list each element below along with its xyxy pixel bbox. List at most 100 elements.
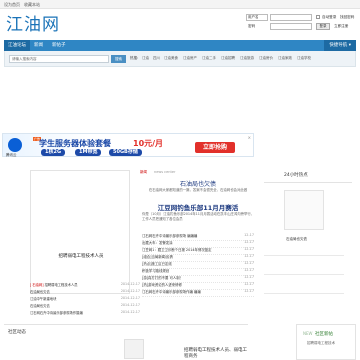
close-icon[interactable]: × bbox=[248, 135, 251, 140]
auto-login-checkbox[interactable] bbox=[316, 15, 320, 19]
ad-headline: 学生服务器体验套餐 bbox=[39, 139, 111, 148]
username-field[interactable] bbox=[270, 14, 312, 21]
hot-search-label: 热搜: bbox=[130, 56, 139, 60]
new-posts-panel: NEW 社区新帖 招聘弱电工程技术 bbox=[296, 324, 356, 360]
list-item[interactable]: [ 石油网] 招聘弱电工程技术人员 2014-12-17 bbox=[30, 282, 140, 288]
list-item-title[interactable]: 石油局也欠债 bbox=[30, 304, 50, 308]
news-title[interactable]: 江豆网1：藏卫卫诊断个日报 2014年情况鉴定 bbox=[142, 248, 212, 252]
section-sublabel: news center bbox=[154, 170, 176, 174]
headline-summary: 在石油网大家都知道的一篇，答案不会很完全，石油网也会对此做 bbox=[148, 188, 248, 192]
list-item-title[interactable]: 招聘弱电工程技术人员 bbox=[45, 283, 78, 287]
news-center: 新闻 news center 石油局也欠债 在石油网大家都知道的一篇，答案不会很… bbox=[140, 170, 256, 300]
news-date: 12-17 bbox=[244, 282, 254, 286]
hot-search-item[interactable]: 江油二手 bbox=[202, 56, 216, 61]
news-date: 12-17 bbox=[244, 233, 254, 237]
list-item-title[interactable]: 江油中午新建地块 bbox=[30, 297, 56, 301]
nav-item-new-posts[interactable]: 新帖子 bbox=[48, 40, 70, 51]
set-home-link[interactable]: 设为首页 bbox=[4, 2, 20, 8]
news-title[interactable]: 积极学习路线规划 bbox=[142, 269, 169, 273]
nav-item-news[interactable]: 新闻 bbox=[30, 40, 47, 51]
news-date: 12-17 bbox=[244, 240, 254, 244]
ad-brand: 腾讯云 bbox=[6, 153, 17, 157]
list-item-date: 2014-12-17 bbox=[120, 289, 140, 293]
community-thumbnail[interactable] bbox=[124, 339, 144, 359]
retrieve-password-link[interactable]: 找回密码 bbox=[340, 15, 354, 20]
feature-caption[interactable]: 招聘弱电工程技术人员 bbox=[31, 253, 131, 259]
login-form: 用户名 自动登录 找回密码 密码 登录 立即注册 bbox=[246, 14, 358, 34]
feature-slide[interactable]: 招聘弱电工程技术人员 bbox=[30, 170, 130, 294]
hot-search-item[interactable]: 江油旅游 bbox=[240, 56, 254, 61]
hot-24h-panel: 24小时热点 石油局也欠债 bbox=[256, 170, 356, 300]
top-bar: 设为首页 收藏本站 bbox=[0, 0, 360, 9]
list-item-date: 2014-12-17 bbox=[120, 282, 140, 286]
news-date: 12-17 bbox=[244, 289, 254, 293]
news-date: 12-17 bbox=[244, 247, 254, 251]
hot-caption[interactable]: 石油局也欠债 bbox=[286, 237, 307, 242]
panel-item[interactable]: 招聘弱电工程技术 bbox=[307, 341, 335, 346]
panel-title: 社区新帖 bbox=[315, 332, 333, 337]
headline[interactable]: 江豆网钓鱼乐部11月月赛活 bbox=[140, 202, 256, 212]
ad-spec: 50GB存储 bbox=[109, 149, 142, 156]
news-title[interactable]: 江石网石卉中诗最乐部参现场 编编编 bbox=[142, 234, 197, 238]
news-title[interactable]: [热]游戏资论的人进来修修 bbox=[142, 283, 182, 287]
list-item[interactable]: 江石网石卉中诗最乐部参现场作摄编 2014-12-17 bbox=[30, 310, 140, 316]
hot-thumbnail[interactable] bbox=[284, 190, 324, 230]
community-section: 社区动态 招聘弱电工程技术人员、弱电工程商务 bbox=[4, 324, 248, 360]
site-logo[interactable]: 江油网 bbox=[6, 10, 60, 35]
divider bbox=[264, 274, 344, 275]
auto-login-label: 自动登录 bbox=[322, 15, 337, 19]
login-button[interactable]: 登录 bbox=[316, 23, 330, 30]
news-title[interactable]: 出藏大车：发警发涂 bbox=[142, 241, 173, 245]
news-row[interactable]: 江石网石卉中诗最乐部参现场作编 编编 12-17 bbox=[142, 289, 254, 297]
section-title: 社区动态 bbox=[8, 330, 26, 335]
news-title[interactable]: 江石网石卉中诗最乐部参现场作编 编编 bbox=[142, 290, 201, 294]
ad-spec: 1核2G bbox=[41, 149, 66, 156]
hot-search-item[interactable]: 江油学校 bbox=[297, 56, 311, 61]
news-date: 12-17 bbox=[244, 268, 254, 272]
hot-search-item[interactable]: 四川 bbox=[153, 56, 160, 61]
list-item-date: 2014-12-17 bbox=[120, 310, 140, 314]
list-item[interactable]: 石油局也欠债 2014-12-17 bbox=[30, 303, 140, 309]
hot-search-item[interactable]: 江油美食 bbox=[164, 56, 178, 61]
quick-nav-label: 快捷导航 bbox=[329, 43, 348, 48]
hot-search-item[interactable]: 江油家政 bbox=[278, 56, 292, 61]
search-input[interactable]: 请输入搜索内容 bbox=[9, 55, 109, 63]
news-title[interactable]: [热点]施工区已定线 bbox=[142, 262, 172, 266]
list-item-date: 2014-12-17 bbox=[120, 303, 140, 307]
divider bbox=[264, 182, 352, 183]
main-nav: 江油论坛 新闻 新帖子 快捷导航 ▾ bbox=[4, 40, 356, 51]
community-post-title[interactable]: 招聘弱电工程技术人员、弱电工程商务 bbox=[184, 347, 248, 359]
search-bar: 请输入搜索内容 搜索 热搜: 江油 四川 江油美食 江油房产 江油二手 江油招聘… bbox=[4, 51, 356, 67]
news-date: 12-17 bbox=[244, 275, 254, 279]
tencent-cloud-logo-icon bbox=[8, 138, 22, 152]
bookmark-link[interactable]: 收藏本站 bbox=[24, 2, 40, 8]
hot-search-item[interactable]: 江油房产 bbox=[183, 56, 197, 61]
search-button[interactable]: 搜索 bbox=[111, 55, 126, 63]
nav-item-forum[interactable]: 江油论坛 bbox=[4, 40, 30, 51]
list-item[interactable]: 江油中午新建地块 2014-12-17 bbox=[30, 296, 140, 302]
quick-nav-button[interactable]: 快捷导航 ▾ bbox=[324, 40, 356, 51]
news-title[interactable]: [游]真打打的不要 可人制！ bbox=[142, 276, 183, 280]
hot-search-item[interactable]: 江油房价 bbox=[259, 56, 273, 61]
news-date: 12-17 bbox=[244, 261, 254, 265]
divider bbox=[264, 255, 344, 256]
ad-spec: 1M带宽 bbox=[75, 149, 102, 156]
section-label: 新闻 bbox=[140, 170, 147, 174]
account-type-select[interactable]: 用户名 bbox=[246, 14, 268, 21]
ad-buy-button[interactable]: 立即抢购 bbox=[195, 142, 235, 153]
divider bbox=[264, 293, 344, 294]
list-item-title[interactable]: 石油局也欠债 bbox=[30, 290, 50, 294]
hot-search-item[interactable]: 江油 bbox=[142, 56, 149, 61]
list-item-title[interactable]: 江石网石卉中诗最乐部参现场作摄编 bbox=[30, 311, 83, 315]
register-link[interactable]: 立即注册 bbox=[334, 24, 348, 29]
password-field[interactable] bbox=[270, 23, 312, 30]
ad-price: 10元/月 bbox=[133, 139, 164, 148]
list-item-date: 2014-12-17 bbox=[120, 296, 140, 300]
chevron-down-icon: ▾ bbox=[348, 43, 351, 48]
ad-banner[interactable]: 腾讯云 广告 学生服务器体验套餐 10元/月 1核2G 1M带宽 50GB存储 … bbox=[2, 133, 254, 157]
news-title[interactable]: [组合]当局新闻/民情 bbox=[142, 255, 173, 259]
news-date: 12-17 bbox=[244, 254, 254, 258]
list-item[interactable]: 石油局也欠债 2014-12-17 bbox=[30, 289, 140, 295]
new-badge: NEW bbox=[303, 331, 313, 336]
hot-search-item[interactable]: 江油招聘 bbox=[221, 56, 235, 61]
